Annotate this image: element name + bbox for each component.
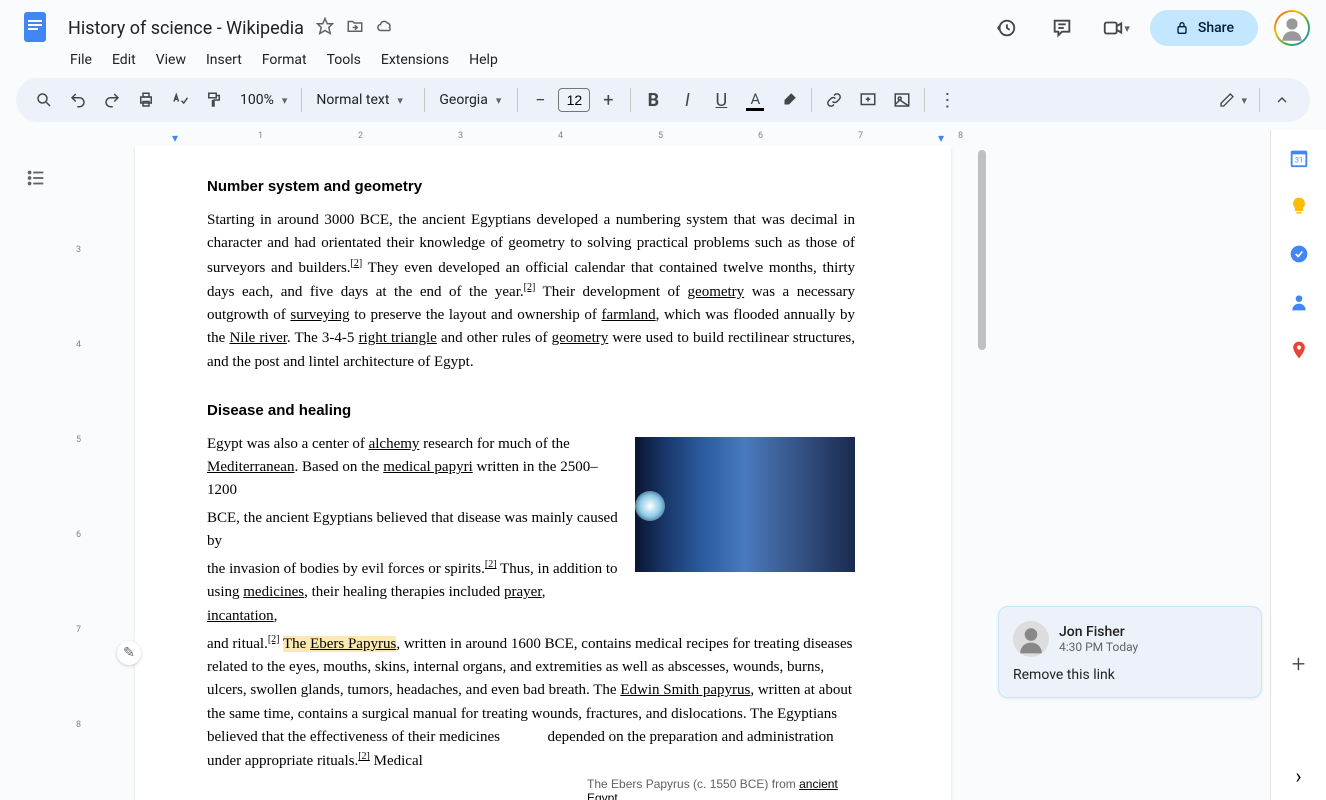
- indent-marker-left[interactable]: ▾: [172, 131, 178, 145]
- contacts-icon[interactable]: [1287, 290, 1311, 314]
- comment-avatar: [1013, 621, 1049, 657]
- tasks-icon[interactable]: [1287, 242, 1311, 266]
- hide-panel-icon[interactable]: ›: [1287, 764, 1311, 788]
- calendar-icon[interactable]: 31: [1287, 146, 1311, 170]
- menubar: File Edit View Insert Format Tools Exten…: [0, 48, 1326, 78]
- style-select[interactable]: Normal text▾: [308, 88, 418, 112]
- font-select[interactable]: Georgia▾: [431, 88, 511, 112]
- outline-icon[interactable]: [18, 160, 54, 196]
- history-icon[interactable]: [986, 8, 1026, 48]
- document-area[interactable]: ▾ 1 2 3 4 5 6 7 ▾ 8 ✎ Number system and …: [96, 130, 990, 800]
- link-icon[interactable]: [818, 84, 850, 116]
- page[interactable]: ✎ Number system and geometry Starting in…: [135, 146, 951, 800]
- paragraph: Starting in around 3000 BCE, the ancient…: [207, 209, 855, 374]
- document-image[interactable]: [635, 437, 855, 572]
- account-avatar[interactable]: [1274, 10, 1310, 46]
- menu-extensions[interactable]: Extensions: [373, 48, 457, 72]
- increase-font-icon[interactable]: +: [592, 84, 624, 116]
- text-color-icon[interactable]: A: [739, 84, 771, 116]
- comment-icon[interactable]: [1042, 8, 1082, 48]
- highlighted-text: The Ebers Papyrus: [283, 636, 396, 652]
- keep-icon[interactable]: [1287, 194, 1311, 218]
- comment-sidebar: Jon Fisher 4:30 PM Today Remove this lin…: [990, 130, 1270, 800]
- highlight-icon[interactable]: [773, 84, 805, 116]
- maps-icon[interactable]: [1287, 338, 1311, 362]
- add-icon[interactable]: +: [1287, 652, 1311, 676]
- cloud-icon[interactable]: [376, 17, 394, 39]
- comment-author: Jon Fisher: [1059, 624, 1138, 640]
- comment-card[interactable]: Jon Fisher 4:30 PM Today Remove this lin…: [998, 606, 1262, 698]
- toolbar: 100%▾ Normal text▾ Georgia▾ − + B I U A …: [16, 78, 1310, 122]
- side-panel: 31 + ›: [1270, 130, 1326, 800]
- comment-time: 4:30 PM Today: [1059, 640, 1138, 654]
- svg-text:31: 31: [1294, 156, 1302, 165]
- indent-marker-right[interactable]: ▾: [938, 131, 944, 145]
- paragraph: and ritual.[2] The Ebers Papyrus, writte…: [207, 632, 855, 774]
- heading-number-system: Number system and geometry: [207, 178, 855, 195]
- menu-view[interactable]: View: [148, 48, 194, 72]
- vertical-ruler: 3 4 5 6 7 8: [72, 130, 96, 800]
- menu-tools[interactable]: Tools: [319, 48, 369, 72]
- bold-icon[interactable]: B: [637, 84, 669, 116]
- print-icon[interactable]: [130, 84, 162, 116]
- undo-icon[interactable]: [62, 84, 94, 116]
- paint-format-icon[interactable]: [198, 84, 230, 116]
- search-icon[interactable]: [28, 84, 60, 116]
- image-icon[interactable]: [886, 84, 918, 116]
- menu-help[interactable]: Help: [461, 48, 506, 72]
- star-icon[interactable]: [316, 17, 334, 39]
- docs-logo[interactable]: [16, 8, 56, 48]
- italic-icon[interactable]: I: [671, 84, 703, 116]
- more-icon[interactable]: ⋮: [931, 84, 963, 116]
- menu-file[interactable]: File: [62, 48, 100, 72]
- zoom-select[interactable]: 100%▾: [232, 88, 295, 112]
- font-size-input[interactable]: [558, 88, 590, 112]
- menu-edit[interactable]: Edit: [104, 48, 144, 72]
- menu-format[interactable]: Format: [254, 48, 315, 72]
- horizontal-ruler[interactable]: ▾ 1 2 3 4 5 6 7 ▾ 8: [96, 130, 990, 146]
- move-icon[interactable]: [346, 17, 364, 39]
- image-caption: The Ebers Papyrus (c. 1550 BCE) from anc…: [587, 777, 855, 800]
- meet-icon[interactable]: ▾: [1098, 8, 1134, 48]
- decrease-font-icon[interactable]: −: [524, 84, 556, 116]
- hide-menus-icon[interactable]: [1266, 84, 1298, 116]
- spellcheck-icon[interactable]: [164, 84, 196, 116]
- underline-icon[interactable]: U: [705, 84, 737, 116]
- add-comment-icon[interactable]: [852, 84, 884, 116]
- heading-disease: Disease and healing: [207, 402, 855, 419]
- share-button[interactable]: Share: [1150, 10, 1258, 46]
- share-label: Share: [1198, 20, 1234, 36]
- comment-text: Remove this link: [1013, 667, 1247, 683]
- edit-mode-icon[interactable]: ▾: [1213, 84, 1253, 116]
- edit-indicator-icon[interactable]: ✎: [117, 641, 141, 665]
- redo-icon[interactable]: [96, 84, 128, 116]
- document-title[interactable]: History of science - Wikipedia: [64, 16, 308, 41]
- scrollbar[interactable]: [978, 150, 986, 350]
- menu-insert[interactable]: Insert: [198, 48, 250, 72]
